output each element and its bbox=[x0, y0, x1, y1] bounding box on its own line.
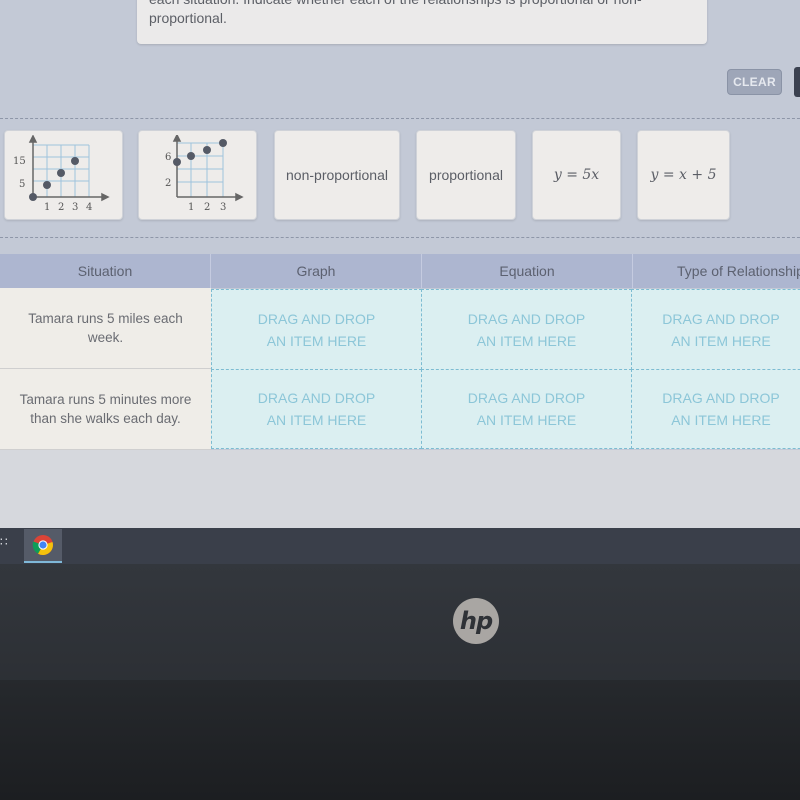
y-tick-label: 15 bbox=[13, 156, 26, 167]
drop-label: DRAG AND DROP bbox=[467, 390, 586, 406]
drop-label: AN ITEM HERE bbox=[266, 332, 367, 349]
x-tick-label: 3 bbox=[72, 202, 78, 213]
y-tick-label: 2 bbox=[165, 178, 171, 189]
item-label: non-proportional bbox=[286, 167, 388, 183]
drop-label: AN ITEM HERE bbox=[476, 412, 577, 428]
x-tick-label: 2 bbox=[204, 202, 210, 213]
chrome-icon bbox=[32, 535, 53, 556]
page-blank-area bbox=[0, 450, 800, 528]
instructions-line-2: proportional. bbox=[149, 10, 227, 26]
x-tick-label: 4 bbox=[86, 202, 92, 213]
drop-zone-graph-row-2[interactable]: DRAG AND DROP AN ITEM HERE bbox=[211, 369, 422, 449]
drop-label: DRAG AND DROP bbox=[257, 390, 376, 406]
column-header-type-of-relationship: Type of Relationship bbox=[633, 254, 800, 288]
hp-logo: hp bbox=[453, 598, 499, 644]
draggable-item-graph-non-proportional[interactable]: 6 2 1 2 3 bbox=[138, 130, 257, 220]
drop-label: AN ITEM HERE bbox=[266, 412, 367, 428]
item-label: y = 5x bbox=[553, 167, 600, 183]
drop-zone-type-row-2[interactable]: DRAG AND DROP AN ITEM HERE bbox=[631, 369, 800, 449]
graph-non-proportional-icon: 6 2 1 2 3 bbox=[165, 135, 244, 213]
laptop-bezel-edge bbox=[0, 680, 800, 800]
draggable-item-non-proportional[interactable]: non-proportional bbox=[274, 130, 400, 220]
x-tick-label: 3 bbox=[220, 202, 226, 213]
drop-zone-equation-row-1[interactable]: DRAG AND DROP AN ITEM HERE bbox=[421, 289, 632, 370]
item-label: y = x + 5 bbox=[650, 167, 717, 183]
taskbar-app-chrome[interactable] bbox=[24, 529, 62, 563]
instructions-line-1: each situation. Indicate whether each of… bbox=[149, 0, 695, 9]
next-button-partial[interactable] bbox=[794, 67, 800, 97]
drop-zone-equation-row-2[interactable]: DRAG AND DROP AN ITEM HERE bbox=[421, 369, 632, 449]
task-view-icon[interactable]: ∷ bbox=[0, 535, 10, 551]
drop-label: AN ITEM HERE bbox=[671, 412, 771, 428]
drop-zone-graph-row-1[interactable]: DRAG AND DROP AN ITEM HERE bbox=[211, 289, 422, 370]
column-header-situation: Situation bbox=[0, 254, 211, 288]
browser-screen: each situation. Indicate whether each of… bbox=[0, 0, 800, 530]
instructions-panel: each situation. Indicate whether each of… bbox=[137, 0, 707, 44]
situation-cell: Tamara runs 5 miles each week. bbox=[0, 288, 211, 369]
y-tick-label: 5 bbox=[19, 179, 25, 190]
graph-proportional-icon: 15 5 1 2 3 4 bbox=[13, 135, 110, 213]
draggable-item-graph-proportional[interactable]: 15 5 1 2 3 4 bbox=[4, 130, 123, 220]
drop-label: AN ITEM HERE bbox=[671, 332, 771, 349]
column-header-equation: Equation bbox=[422, 254, 633, 288]
x-tick-label: 1 bbox=[44, 202, 50, 213]
drop-zone-type-row-1[interactable]: DRAG AND DROP AN ITEM HERE bbox=[631, 289, 800, 370]
y-tick-label: 6 bbox=[165, 152, 171, 163]
draggable-item-equation-y-x-plus-5[interactable]: y = x + 5 bbox=[637, 130, 730, 220]
draggable-item-equation-y-5x[interactable]: y = 5x bbox=[532, 130, 621, 220]
clear-button[interactable]: CLEAR bbox=[727, 69, 782, 95]
drop-label: AN ITEM HERE bbox=[476, 332, 577, 349]
column-header-graph: Graph bbox=[211, 254, 422, 288]
drop-label: DRAG AND DROP bbox=[467, 310, 586, 327]
drop-label: DRAG AND DROP bbox=[662, 310, 780, 327]
x-tick-label: 1 bbox=[188, 202, 194, 213]
brand-label: hp bbox=[459, 607, 493, 635]
item-label: proportional bbox=[429, 167, 503, 183]
taskbar bbox=[0, 528, 800, 564]
situation-cell: Tamara runs 5 minutes more than she walk… bbox=[0, 369, 211, 450]
drop-label: DRAG AND DROP bbox=[662, 390, 780, 406]
x-tick-label: 2 bbox=[58, 202, 64, 213]
drop-label: DRAG AND DROP bbox=[257, 310, 376, 327]
draggable-item-proportional[interactable]: proportional bbox=[416, 130, 516, 220]
